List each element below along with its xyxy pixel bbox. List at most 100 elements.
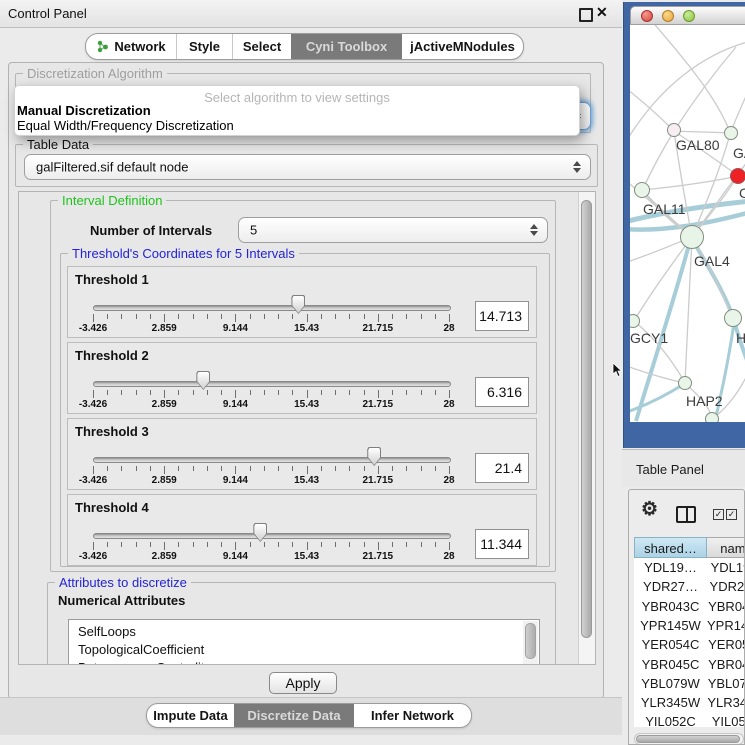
- close-traffic-light-icon[interactable]: [641, 10, 653, 22]
- slider-track[interactable]: [93, 305, 451, 311]
- attribute-item[interactable]: TopologicalCoefficient: [69, 641, 539, 659]
- table-row[interactable]: YBR045CYBR045C: [634, 655, 745, 674]
- tab-label: Style: [189, 35, 220, 58]
- cell-name[interactable]: YIL052C: [707, 712, 745, 727]
- slider-knob[interactable]: [291, 295, 305, 314]
- cell-shared-name[interactable]: YBR043C: [634, 597, 707, 616]
- mouse-cursor: [612, 363, 623, 378]
- table-row[interactable]: YIL052CYIL052C: [634, 712, 745, 727]
- tab-jactivemnodules[interactable]: jActiveMNodules: [401, 34, 523, 59]
- algorithm-option[interactable]: Manual Discretization: [17, 103, 151, 118]
- slider-knob[interactable]: [253, 523, 267, 542]
- column-header-shared-name[interactable]: shared…: [634, 537, 707, 558]
- slider-knob[interactable]: [367, 447, 381, 466]
- attributes-list-scrollbar-thumb[interactable]: [525, 623, 536, 659]
- cell-shared-name[interactable]: YIL052C: [634, 712, 707, 727]
- tab-style[interactable]: Style: [176, 34, 232, 59]
- threshold-value-field[interactable]: [475, 377, 529, 407]
- network-window-titlebar: [630, 6, 745, 25]
- table-horizontal-scrollbar[interactable]: [634, 733, 744, 745]
- cell-name[interactable]: YLR345W: [707, 693, 745, 712]
- network-node[interactable]: [634, 182, 650, 198]
- cell-shared-name[interactable]: YDL19…: [634, 558, 707, 577]
- table-data-group-title: Table Data: [23, 137, 93, 152]
- tab-label: Network: [114, 35, 165, 58]
- table-data-group: Table Data galFiltered.sif default node: [15, 144, 598, 187]
- table-row[interactable]: YDL19…YDL19…: [634, 558, 745, 577]
- attribute-item[interactable]: SelfLoops: [69, 623, 539, 641]
- network-node[interactable]: [724, 309, 742, 327]
- interval-definition-title: Interval Definition: [58, 193, 166, 208]
- cell-shared-name[interactable]: YPR145W: [634, 616, 707, 635]
- attribute-item[interactable]: BetweennessCentrality: [69, 659, 539, 665]
- tab-cyni-toolbox[interactable]: Cyni Toolbox: [291, 34, 401, 59]
- float-window-icon[interactable]: [579, 8, 593, 22]
- network-node[interactable]: [680, 225, 704, 249]
- table-scrollbar-thumb[interactable]: [636, 735, 740, 743]
- table-row[interactable]: YLR345WYLR345W: [634, 693, 745, 712]
- settings-scrollbar-thumb[interactable]: [581, 200, 592, 638]
- checkbox-icon[interactable]: ✓: [713, 509, 724, 520]
- column-header-name[interactable]: name: [707, 537, 745, 558]
- tab-discretize-data[interactable]: Discretize Data: [234, 704, 353, 727]
- cell-name[interactable]: YDR27…: [707, 577, 745, 596]
- slider-knob[interactable]: [196, 371, 210, 390]
- tick-label: 2.859: [152, 475, 177, 486]
- cell-shared-name[interactable]: YBR045C: [634, 655, 707, 674]
- slider-track[interactable]: [93, 533, 451, 539]
- slider-track[interactable]: [93, 457, 451, 463]
- threshold-value-field[interactable]: [475, 529, 529, 559]
- threshold-value-field[interactable]: [475, 301, 529, 331]
- numerical-attributes-list[interactable]: SelfLoopsTopologicalCoefficientBetweenne…: [68, 619, 540, 665]
- threshold-label: Threshold 1: [75, 272, 149, 287]
- table-row[interactable]: YBL079WYBL079W: [634, 674, 745, 693]
- attribute-items: SelfLoopsTopologicalCoefficientBetweenne…: [69, 620, 539, 665]
- table-data-select[interactable]: galFiltered.sif default node: [24, 154, 591, 180]
- network-node[interactable]: [667, 123, 681, 137]
- minimize-traffic-light-icon[interactable]: [662, 10, 674, 22]
- checkbox-icon[interactable]: ✓: [726, 509, 737, 520]
- cell-name[interactable]: YER054C: [707, 635, 745, 654]
- tab-infer-network[interactable]: Infer Network: [353, 704, 471, 727]
- table-row[interactable]: YBR043CYBR043C: [634, 597, 745, 616]
- cell-shared-name[interactable]: YDR27…: [634, 577, 707, 596]
- tab-label: Discretize Data: [247, 704, 340, 727]
- cell-name[interactable]: YBR045C: [707, 655, 745, 674]
- apply-button[interactable]: Apply: [269, 672, 337, 694]
- table-row[interactable]: YER054CYER054C: [634, 635, 745, 654]
- network-node[interactable]: [705, 412, 719, 422]
- network-canvas[interactable]: GAL80GAL7CGAL11GAL4GCY1HHAP2: [630, 25, 745, 422]
- tab-network[interactable]: Network: [86, 34, 176, 59]
- network-node[interactable]: [724, 126, 738, 140]
- network-view-window: GAL80GAL7CGAL11GAL4GCY1HHAP2: [623, 2, 745, 448]
- attributes-list-scrollbar[interactable]: [523, 621, 538, 665]
- table-row[interactable]: YPR145WYPR145W: [634, 616, 745, 635]
- table-panel-title: Table Panel: [636, 462, 704, 477]
- close-icon[interactable]: ✕: [596, 4, 608, 21]
- threshold-value-field[interactable]: [475, 453, 529, 483]
- tick-label: -3.426: [79, 323, 107, 334]
- tab-impute-data[interactable]: Impute Data: [147, 704, 234, 727]
- cell-shared-name[interactable]: YBL079W: [634, 674, 707, 693]
- column-settings-icon[interactable]: [676, 506, 696, 523]
- tick-label: 28: [443, 323, 454, 334]
- network-node[interactable]: [678, 376, 692, 390]
- algorithm-option[interactable]: Equal Width/Frequency Discretization: [17, 118, 234, 133]
- cell-name[interactable]: YBR043C: [707, 597, 745, 616]
- tab-select[interactable]: Select: [232, 34, 291, 59]
- settings-scrollbar[interactable]: [578, 192, 595, 664]
- slider-track[interactable]: [93, 381, 451, 387]
- tick-label: 15.43: [294, 475, 319, 486]
- number-of-intervals-select[interactable]: 5: [238, 217, 548, 243]
- tick-label: 9.144: [223, 551, 248, 562]
- gear-icon[interactable]: ⚙: [641, 498, 658, 521]
- network-node[interactable]: [730, 168, 745, 184]
- cell-shared-name[interactable]: YLR345W: [634, 693, 707, 712]
- table-row[interactable]: YDR27…YDR27…: [634, 577, 745, 596]
- cell-name[interactable]: YDL19…: [707, 558, 745, 577]
- zoom-traffic-light-icon[interactable]: [683, 10, 695, 22]
- cell-name[interactable]: YPR145W: [707, 616, 745, 635]
- cell-shared-name[interactable]: YER054C: [634, 635, 707, 654]
- tick-label: 15.43: [294, 551, 319, 562]
- cell-name[interactable]: YBL079W: [707, 674, 745, 693]
